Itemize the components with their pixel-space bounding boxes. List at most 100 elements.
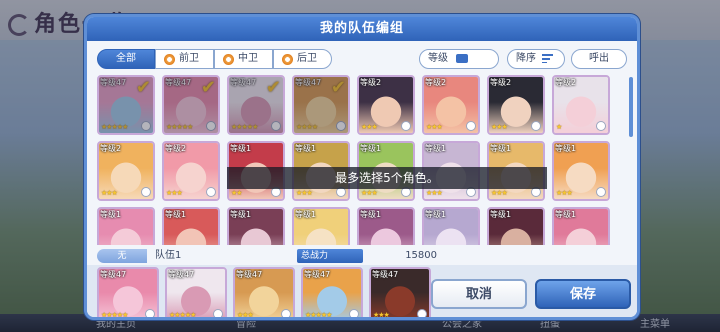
front-role-icon (164, 53, 175, 65)
cancel-button[interactable]: 取消 (431, 279, 527, 309)
star-rating: ★★★★★ (231, 123, 258, 131)
character-level: 等级47 (100, 78, 127, 87)
character-level: 等级1 (425, 210, 447, 219)
star-rating: ★★★ (101, 189, 118, 197)
character-card[interactable]: 等级47 ★★★★★ ✔ (227, 75, 285, 135)
tab-back[interactable]: 后卫 (273, 49, 332, 69)
dialog-title: 我的队伍编组 (87, 17, 637, 41)
character-card[interactable]: 等级1 (97, 207, 155, 245)
rank-icon (531, 121, 541, 131)
star-rating: ★★★ (361, 123, 378, 131)
character-level: 等级2 (360, 78, 382, 87)
star-rating: ★★★★★ (101, 123, 128, 131)
tab-front[interactable]: 前卫 (155, 49, 214, 69)
character-card[interactable]: 等级47 ★★★★★ ✔ (162, 75, 220, 135)
character-card[interactable]: 等级1 (487, 207, 545, 245)
character-level: 等级2 (100, 144, 122, 153)
character-level: 等级47 (168, 270, 195, 279)
rank-icon (417, 309, 427, 317)
character-level: 等级1 (295, 210, 317, 219)
character-level: 等级1 (230, 210, 252, 219)
checkmark-icon: ✔ (330, 77, 346, 98)
sort-order-button[interactable]: 降序 (507, 49, 565, 69)
position-filter-tabs: 全部 前卫 中卫 后卫 (97, 49, 332, 69)
team-member-slot[interactable]: 等级47 ★★★ (369, 267, 431, 319)
team-edit-dialog: 我的队伍编组 全部 前卫 中卫 后卫 等级 降序 呼出 等级47 ★★★★★ ✔ 等级… (84, 14, 640, 320)
rank-icon (141, 121, 151, 131)
sort-by-level-button[interactable]: 等级 (419, 49, 499, 69)
character-card[interactable]: 等级1 (357, 207, 415, 245)
call-button[interactable]: 呼出 (571, 49, 627, 69)
character-level: 等级2 (425, 78, 447, 87)
star-rating: ★★★★★ (166, 123, 193, 131)
checkmark-icon: ✔ (265, 77, 281, 98)
team-member-slot[interactable]: 等级47 ★★★★★ (301, 267, 363, 319)
character-level: 等级47 (372, 270, 399, 279)
star-rating: ★★★ (491, 123, 508, 131)
team-member-slot[interactable]: 等级47 ★★★ (233, 267, 295, 317)
character-portrait (229, 77, 283, 133)
grid-scrollbar[interactable] (629, 77, 633, 137)
character-level: 等级1 (100, 210, 122, 219)
character-level: 等级47 (100, 270, 127, 279)
max-selection-toast: 最多选择5个角色。 (227, 167, 547, 189)
star-rating: ★★★ (373, 311, 390, 319)
star-rating: ★★★★★ (101, 311, 128, 319)
character-level: 等级1 (360, 144, 382, 153)
character-card[interactable]: 等级2 ★ (552, 75, 610, 135)
character-card[interactable]: 等级2 ★★★ (357, 75, 415, 135)
team-member-slot[interactable]: 等级47 ★★★★★ (165, 267, 227, 317)
star-rating: ★★★★★ (305, 311, 332, 319)
character-level: 等级47 (295, 78, 322, 87)
rank-icon (213, 309, 223, 317)
character-level: 等级1 (230, 144, 252, 153)
team-tag: 无 (97, 249, 147, 263)
tab-all[interactable]: 全部 (97, 49, 155, 69)
rank-icon (401, 121, 411, 131)
team-name: 队伍1 (155, 250, 182, 261)
team-info-bar: 无 队伍1 总战力 15800 (97, 249, 627, 263)
star-rating: ★ (556, 123, 562, 131)
character-card[interactable]: 等级2 ★★★ (97, 141, 155, 201)
character-card[interactable]: 等级1 (552, 207, 610, 245)
total-power-label: 总战力 (297, 249, 363, 263)
character-level: 等级1 (295, 144, 317, 153)
character-grid: 等级47 ★★★★★ ✔ 等级47 ★★★★★ ✔ 等级47 ★★★★★ ✔ 等级47 ★★★★ ✔ 等… (97, 75, 627, 245)
rank-icon (206, 121, 216, 131)
character-card[interactable]: 等级2 ★★★ (422, 75, 480, 135)
character-card[interactable]: 等级1 ★★★ (552, 141, 610, 201)
star-rating: ★★★ (556, 189, 573, 197)
sort-descending-icon (542, 53, 553, 63)
star-rating: ★★★ (361, 189, 378, 197)
back-role-icon (282, 53, 293, 65)
character-level: 等级2 (555, 78, 577, 87)
rank-icon (141, 187, 151, 197)
tab-middle[interactable]: 中卫 (214, 49, 273, 69)
character-level: 等级47 (304, 270, 331, 279)
character-level: 等级1 (490, 210, 512, 219)
character-card[interactable]: 等级2 ★★★ (162, 141, 220, 201)
character-level: 等级2 (165, 144, 187, 153)
character-level: 等级1 (360, 210, 382, 219)
rank-icon (336, 121, 346, 131)
character-card[interactable]: 等级1 (227, 207, 285, 245)
character-card[interactable]: 等级47 ★★★★ ✔ (292, 75, 350, 135)
rank-icon (596, 187, 606, 197)
star-rating: ★★★ (296, 189, 313, 197)
team-member-slot[interactable]: 等级47 ★★★★★ (97, 267, 159, 319)
checkmark-icon: ✔ (200, 77, 216, 98)
character-portrait (99, 77, 153, 133)
star-rating: ★★★ (426, 189, 443, 197)
star-rating: ★★★★ (296, 123, 318, 131)
character-card[interactable]: 等级47 ★★★★★ ✔ (97, 75, 155, 135)
character-card[interactable]: 等级1 (292, 207, 350, 245)
middle-role-icon (223, 53, 234, 65)
rank-icon (596, 121, 606, 131)
star-rating: ★★★ (491, 189, 508, 197)
character-card[interactable]: 等级1 (422, 207, 480, 245)
rank-icon (271, 121, 281, 131)
character-card[interactable]: 等级1 (162, 207, 220, 245)
character-card[interactable]: 等级2 ★★★ (487, 75, 545, 135)
save-button[interactable]: 保存 (535, 279, 631, 309)
tab-label: 中卫 (238, 53, 258, 64)
